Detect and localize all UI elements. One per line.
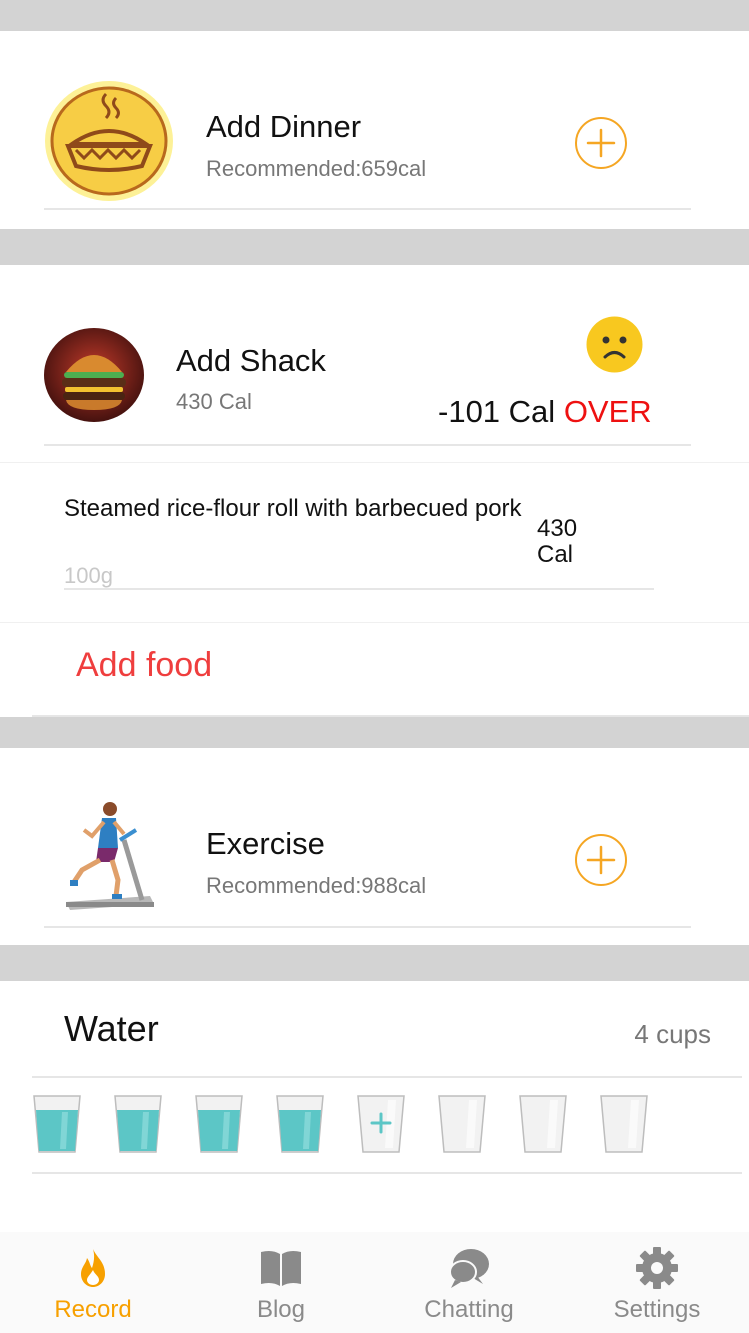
plus-icon xyxy=(586,845,616,875)
divider xyxy=(32,1172,742,1174)
tab-settings-label: Settings xyxy=(613,1296,701,1323)
exercise-title: Exercise xyxy=(206,826,325,861)
book-icon xyxy=(259,1246,303,1290)
water-cup-empty[interactable] xyxy=(437,1094,487,1154)
divider xyxy=(0,462,749,463)
tab-record-label: Record xyxy=(54,1296,132,1323)
calorie-over-status: -101 Cal OVER xyxy=(438,394,652,430)
bottom-tab-bar: Record Blog Chatting Settings xyxy=(0,1232,749,1333)
food-item-calories: 430 Cal xyxy=(537,515,578,568)
sad-face-icon xyxy=(586,316,643,373)
add-dinner-button[interactable] xyxy=(575,117,627,169)
divider xyxy=(64,588,654,590)
water-cup-filled[interactable] xyxy=(194,1094,244,1154)
dinner-recommended: Recommended:659cal xyxy=(206,156,427,181)
add-exercise-button[interactable] xyxy=(575,834,627,886)
food-item-name: Steamed rice-flour roll with barbecued p… xyxy=(64,495,522,522)
tab-record[interactable]: Record xyxy=(13,1232,173,1333)
plus-icon xyxy=(586,128,616,158)
water-cup-filled[interactable] xyxy=(275,1094,325,1154)
tab-chatting[interactable]: Chatting xyxy=(389,1232,549,1333)
section-gap xyxy=(0,717,749,748)
water-cup-empty[interactable] xyxy=(599,1094,649,1154)
divider xyxy=(44,444,691,446)
treadmill-runner-icon xyxy=(62,800,156,910)
over-label: OVER xyxy=(563,394,652,429)
snack-calories: 430 Cal xyxy=(176,389,252,414)
divider xyxy=(44,208,691,210)
section-gap xyxy=(0,945,749,981)
food-item-weight: 100g xyxy=(64,563,113,588)
water-title: Water xyxy=(64,1008,159,1049)
gear-icon xyxy=(635,1246,679,1290)
water-cup-empty[interactable] xyxy=(518,1094,568,1154)
water-cup-count: 4 cups xyxy=(634,1019,711,1049)
divider xyxy=(0,622,749,623)
water-cup-filled[interactable] xyxy=(32,1094,82,1154)
water-cup-filled[interactable] xyxy=(113,1094,163,1154)
exercise-recommended: Recommended:988cal xyxy=(206,873,427,898)
divider xyxy=(44,926,691,928)
water-cup-add[interactable] xyxy=(356,1094,406,1154)
tab-chatting-label: Chatting xyxy=(424,1296,514,1323)
water-cups xyxy=(32,1094,716,1156)
flame-icon xyxy=(71,1246,115,1290)
snack-title: Add Shack xyxy=(176,343,326,378)
pie-icon xyxy=(44,80,174,202)
tab-settings[interactable]: Settings xyxy=(577,1232,737,1333)
tab-blog[interactable]: Blog xyxy=(201,1232,361,1333)
burger-image xyxy=(44,328,144,422)
section-gap xyxy=(0,229,749,265)
over-amount: -101 Cal xyxy=(438,394,556,429)
add-food-button[interactable]: Add food xyxy=(76,646,212,685)
section-gap xyxy=(0,0,749,31)
dinner-title: Add Dinner xyxy=(206,109,362,144)
divider xyxy=(32,1076,742,1078)
chat-bubbles-icon xyxy=(447,1246,491,1290)
tab-blog-label: Blog xyxy=(256,1296,306,1323)
